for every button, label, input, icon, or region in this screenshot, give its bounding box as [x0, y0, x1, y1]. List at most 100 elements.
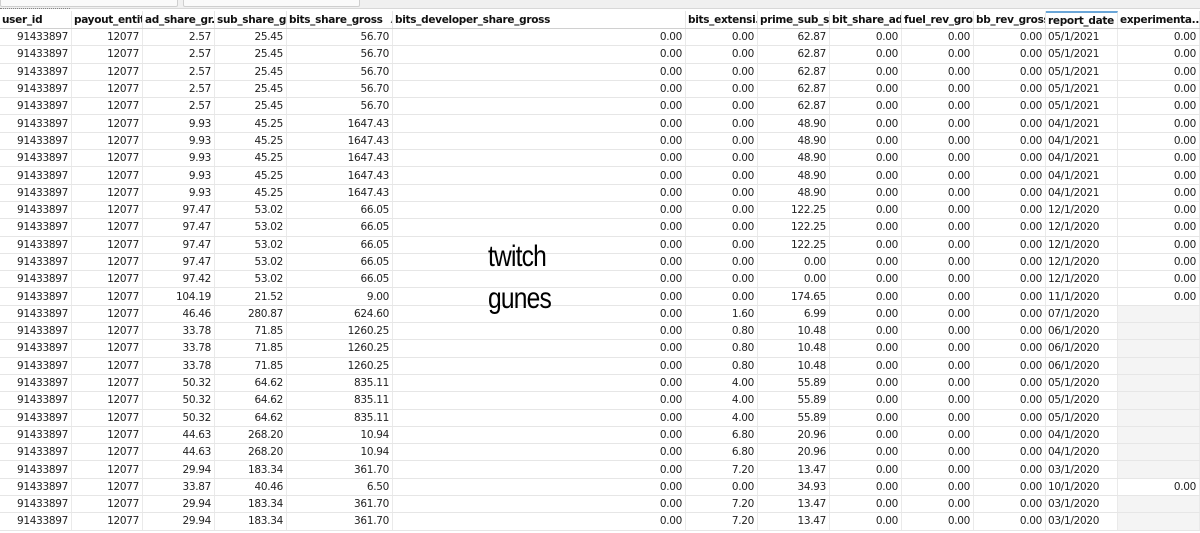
table-cell[interactable]: 45.25 — [215, 184, 287, 201]
table-cell[interactable]: 0.00 — [686, 201, 758, 219]
table-cell[interactable]: 183.34 — [215, 513, 287, 530]
table-cell[interactable]: 05/1/2020 — [1046, 409, 1118, 426]
table-cell[interactable]: 0.00 — [686, 98, 758, 115]
table-cell[interactable]: 62.87 — [758, 98, 830, 115]
table-cell[interactable]: 0.00 — [686, 478, 758, 496]
table-cell[interactable]: 122.25 — [758, 236, 830, 253]
table-cell[interactable]: 33.78 — [143, 340, 215, 357]
table-cell[interactable]: 361.70 — [287, 461, 393, 478]
table-row[interactable]: 91433897 12077 29.94 183.34 361.70 0.00 7.20 13… — [0, 513, 1200, 531]
table-cell[interactable]: 624.60 — [287, 305, 393, 323]
table-cell[interactable]: 0.00 — [974, 63, 1046, 80]
table-cell[interactable]: 0.00 — [1118, 236, 1200, 253]
column-header[interactable]: fuel_rev_gross — [902, 11, 974, 28]
table-cell[interactable]: 0.00 — [902, 253, 974, 271]
column-header[interactable]: bits_extensi... — [686, 11, 758, 28]
table-cell[interactable]: 97.42 — [143, 271, 215, 288]
table-cell[interactable]: 0.00 — [902, 426, 974, 444]
table-cell[interactable]: 91433897 — [0, 374, 72, 392]
table-cell[interactable]: 0.00 — [393, 340, 686, 357]
table-cell[interactable]: 0.00 — [1118, 115, 1200, 132]
table-cell[interactable]: 6.80 — [686, 426, 758, 444]
table-cell[interactable]: 0.00 — [902, 115, 974, 132]
table-cell[interactable]: 05/1/2021 — [1046, 46, 1118, 63]
table-cell[interactable]: 0.00 — [686, 288, 758, 305]
table-cell[interactable]: 53.02 — [215, 253, 287, 271]
table-cell[interactable]: 0.00 — [830, 444, 902, 461]
table-row[interactable]: 91433897 12077 2.57 25.45 56.70 0.00 0.00 62.87… — [0, 80, 1200, 99]
table-row[interactable]: 91433897 12077 97.47 53.02 66.05 0.00 0.00 122.… — [0, 236, 1200, 254]
table-cell[interactable]: 91433897 — [0, 115, 72, 132]
table-cell[interactable]: 9.93 — [143, 184, 215, 201]
table-cell[interactable]: 835.11 — [287, 374, 393, 392]
table-cell[interactable]: 0.00 — [830, 323, 902, 340]
table-cell[interactable]: 91433897 — [0, 513, 72, 530]
table-cell[interactable]: 20.96 — [758, 426, 830, 444]
table-cell[interactable]: 71.85 — [215, 323, 287, 340]
column-header[interactable]: payout_entit... — [72, 11, 143, 28]
column-header[interactable]: bb_rev_gross — [974, 11, 1046, 28]
table-row[interactable]: 91433897 12077 50.32 64.62 835.11 0.00 4.00 55.… — [0, 409, 1200, 427]
table-cell[interactable]: 0.00 — [830, 236, 902, 253]
table-row[interactable]: 91433897 12077 9.93 45.25 1647.43 0.00 0.00 48.… — [0, 184, 1200, 202]
table-cell[interactable]: 0.00 — [974, 132, 1046, 150]
table-cell[interactable]: 0.00 — [393, 63, 686, 80]
table-cell[interactable]: 56.70 — [287, 29, 393, 46]
table-cell[interactable]: 25.45 — [215, 63, 287, 80]
table-cell[interactable]: 11/1/2020 — [1046, 288, 1118, 305]
table-cell[interactable]: 122.25 — [758, 201, 830, 219]
table-row[interactable]: 91433897 12077 2.57 25.45 56.70 0.00 0.00 62.87… — [0, 63, 1200, 81]
table-cell[interactable]: 53.02 — [215, 271, 287, 288]
table-cell[interactable]: 0.00 — [974, 29, 1046, 46]
table-cell[interactable]: 1647.43 — [287, 132, 393, 150]
table-cell[interactable]: 12077 — [72, 253, 143, 271]
column-header[interactable]: prime_sub_s... — [758, 11, 830, 28]
table-cell[interactable]: 4.00 — [686, 409, 758, 426]
table-cell[interactable]: 0.00 — [902, 150, 974, 167]
table-cell[interactable]: 44.63 — [143, 444, 215, 461]
table-cell[interactable]: 25.45 — [215, 29, 287, 46]
table-cell[interactable]: 835.11 — [287, 409, 393, 426]
table-cell[interactable]: 0.00 — [393, 496, 686, 513]
table-cell[interactable]: 64.62 — [215, 374, 287, 392]
table-cell[interactable]: 91433897 — [0, 478, 72, 496]
table-cell[interactable]: 9.93 — [143, 150, 215, 167]
column-header[interactable]: bit_share_ad... — [830, 11, 902, 28]
table-cell[interactable]: 0.00 — [393, 150, 686, 167]
table-cell[interactable]: 0.00 — [830, 150, 902, 167]
table-cell[interactable]: 0.00 — [830, 513, 902, 530]
table-cell[interactable]: 0.00 — [1118, 184, 1200, 201]
table-cell[interactable]: 06/1/2020 — [1046, 357, 1118, 374]
table-row[interactable]: 91433897 12077 50.32 64.62 835.11 0.00 4.00 55.… — [0, 392, 1200, 410]
table-cell[interactable]: 0.00 — [974, 340, 1046, 357]
table-cell[interactable]: 12077 — [72, 115, 143, 132]
table-cell[interactable]: 56.70 — [287, 98, 393, 115]
table-cell[interactable]: 04/1/2020 — [1046, 426, 1118, 444]
table-cell[interactable]: 0.80 — [686, 357, 758, 374]
table-cell[interactable]: 0.00 — [902, 374, 974, 392]
table-cell[interactable]: 0.00 — [974, 115, 1046, 132]
table-cell[interactable]: 0.00 — [830, 184, 902, 201]
table-cell[interactable]: 9.93 — [143, 167, 215, 184]
table-cell[interactable] — [1118, 461, 1200, 478]
table-cell[interactable]: 12077 — [72, 392, 143, 409]
table-row[interactable]: 91433897 12077 97.47 53.02 66.05 0.00 0.00 122.… — [0, 201, 1200, 220]
table-cell[interactable]: 0.00 — [1118, 478, 1200, 496]
table-cell[interactable]: 0.00 — [974, 392, 1046, 409]
table-cell[interactable]: 34.93 — [758, 478, 830, 496]
table-cell[interactable]: 2.57 — [143, 63, 215, 80]
table-cell[interactable]: 66.05 — [287, 236, 393, 253]
table-cell[interactable]: 10.94 — [287, 444, 393, 461]
table-cell[interactable]: 0.00 — [686, 80, 758, 98]
table-row[interactable]: 91433897 12077 46.46 280.87 624.60 0.00 1.60 6.… — [0, 305, 1200, 324]
table-cell[interactable]: 0.00 — [686, 115, 758, 132]
table-cell[interactable]: 0.00 — [830, 288, 902, 305]
table-cell[interactable]: 91433897 — [0, 150, 72, 167]
table-cell[interactable]: 64.62 — [215, 392, 287, 409]
table-cell[interactable]: 62.87 — [758, 80, 830, 98]
table-cell[interactable]: 0.00 — [1118, 271, 1200, 288]
table-row[interactable]: 91433897 12077 9.93 45.25 1647.43 0.00 0.00 48.… — [0, 150, 1200, 168]
table-cell[interactable]: 12077 — [72, 461, 143, 478]
table-cell[interactable]: 66.05 — [287, 219, 393, 236]
table-cell[interactable]: 0.00 — [758, 253, 830, 271]
